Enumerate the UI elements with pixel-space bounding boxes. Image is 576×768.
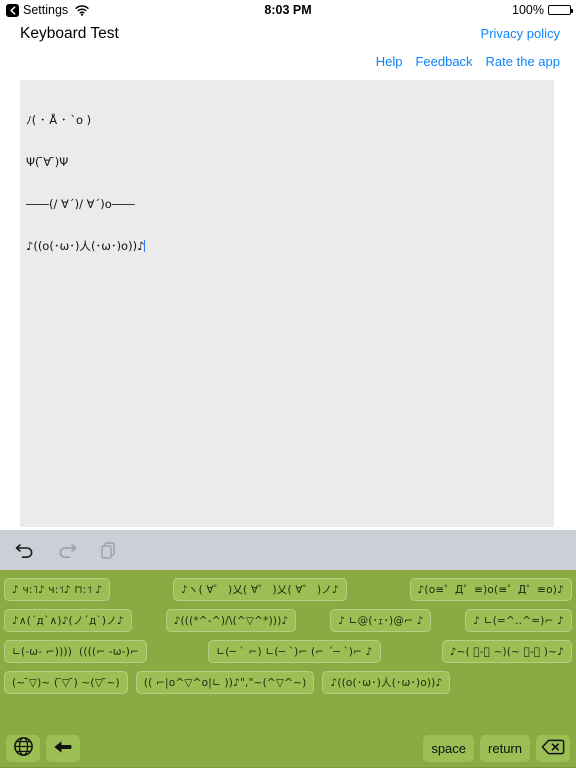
text-input-content: ﾉ( ･ Å ･ `o ) Ψ( ̄∀ ̄)Ψ ――(/ ∀´)/ ∀´)o――… [26, 85, 548, 281]
back-arrow-icon [52, 738, 74, 759]
text-line: ﾉ( ･ Å ･ `o ) [26, 113, 92, 127]
copy-button [96, 537, 122, 563]
status-bar-app-name: Settings [23, 3, 69, 17]
delete-key[interactable] [536, 734, 570, 762]
suggestion-key[interactable]: ♪((o(･ω･)人(･ω･)o))♪ [322, 671, 451, 694]
help-link[interactable]: Help [376, 54, 403, 69]
suggestion-key[interactable]: ∟(─ ` ⌐) ∟(─ `)⌐ (⌐ ´─ `)⌐ ♪ [208, 640, 381, 663]
suggestion-key[interactable]: ♪ ∟(=^‥^=)⌐ ♪ [465, 609, 572, 632]
text-line-with-caret: ♪((o(･ω･)人(･ω･)o))♪ [26, 239, 548, 253]
suggestion-key[interactable]: ♪~( ﾟ-ﾟ ~)(~ ﾟ-ﾟ )~♪ [441, 640, 572, 663]
page-title: Keyboard Test [20, 25, 119, 42]
status-bar-back-to-app[interactable]: Settings [0, 3, 89, 17]
suggestion-row-4: (~ ̄▽)~ ( ̄▽ ̄) ~(▽ ̄~) (( ⌐|o^▽^o|∟ ))♪… [4, 671, 572, 694]
text-caret [144, 240, 146, 252]
rate-the-app-link[interactable]: Rate the app [486, 54, 560, 69]
suggestion-row-1: ♪ ч:˥♪ ч:˦♪ ⊓:˦ ♪ ♪ヽ( ∀゜ )乂( ∀゜ )乂( ∀゜ )… [4, 578, 572, 601]
text-line: Ψ( ̄∀ ̄)Ψ [26, 155, 69, 169]
globe-icon [13, 736, 34, 760]
suggestion-key[interactable]: ♪∧(´д`∧)♪(ノ´д`)ノ♪ [4, 609, 132, 632]
text-line: ――(/ ∀´)/ ∀´)o―― [26, 197, 135, 211]
privacy-policy-link[interactable]: Privacy policy [481, 26, 560, 41]
back-arrow-key[interactable] [46, 734, 80, 762]
suggestion-key[interactable]: (~ ̄▽)~ ( ̄▽ ̄) ~(▽ ̄~) [4, 671, 128, 694]
app-root: Settings 8:03 PM 100% Keyboard Test Priv… [0, 0, 576, 768]
globe-key[interactable] [6, 734, 40, 762]
suggestion-key[interactable]: ♪ヽ( ∀゜ )乂( ∀゜ )乂( ∀゜ )ノ♪ [172, 578, 347, 601]
custom-keyboard: ♪ ч:˥♪ ч:˦♪ ⊓:˦ ♪ ♪ヽ( ∀゜ )乂( ∀゜ )乂( ∀゜ )… [0, 570, 576, 768]
text-line: ♪((o(･ω･)人(･ω･)o))♪ [26, 239, 145, 253]
status-bar-battery-area: 100% [512, 3, 576, 17]
keyboard-bottom-row: space return [0, 728, 576, 768]
suggestion-key[interactable]: ♪ ∟@(･ｪ･)@⌐ ♪ [330, 609, 432, 632]
suggestion-key[interactable]: ♪ ч:˥♪ ч:˦♪ ⊓:˦ ♪ [4, 578, 111, 601]
text-input-area[interactable]: ﾉ( ･ Å ･ `o ) Ψ( ̄∀ ̄)Ψ ――(/ ∀´)/ ∀´)o――… [20, 80, 554, 527]
undo-button[interactable] [12, 537, 38, 563]
suggestion-key[interactable]: ♪(((*^-^)/\(^▽^*)))♪ [165, 609, 297, 632]
app-header: Keyboard Test Privacy policy Help Feedba… [0, 20, 576, 78]
edit-toolbar [0, 530, 576, 570]
suggestion-row-3: ∟(-ω- ⌐)))) ((((⌐ -ω-)⌐ ∟(─ ` ⌐) ∟(─ `)⌐… [4, 640, 572, 663]
battery-percent-label: 100% [512, 3, 544, 17]
suggestion-key[interactable]: ♪(o≡゜Д゜≡)o(≡゜Д゜≡o)♪ [409, 578, 572, 601]
suggestion-key[interactable]: ∟(-ω- ⌐)))) ((((⌐ -ω-)⌐ [4, 640, 148, 663]
battery-full-icon [548, 5, 573, 15]
header-links: Help Feedback Rate the app [376, 54, 560, 69]
suggestion-key[interactable]: (( ⌐|o^▽^o|∟ ))♪","~(^▽^~) [135, 671, 315, 694]
status-bar: Settings 8:03 PM 100% [0, 0, 576, 20]
wifi-icon [75, 4, 89, 16]
return-key[interactable]: return [480, 734, 530, 762]
feedback-link[interactable]: Feedback [415, 54, 472, 69]
space-key[interactable]: space [423, 734, 475, 762]
back-chevron-icon [6, 3, 19, 17]
backspace-icon [541, 738, 565, 759]
suggestion-row-2: ♪∧(´д`∧)♪(ノ´д`)ノ♪ ♪(((*^-^)/\(^▽^*)))♪ ♪… [4, 609, 572, 632]
redo-button [54, 537, 80, 563]
